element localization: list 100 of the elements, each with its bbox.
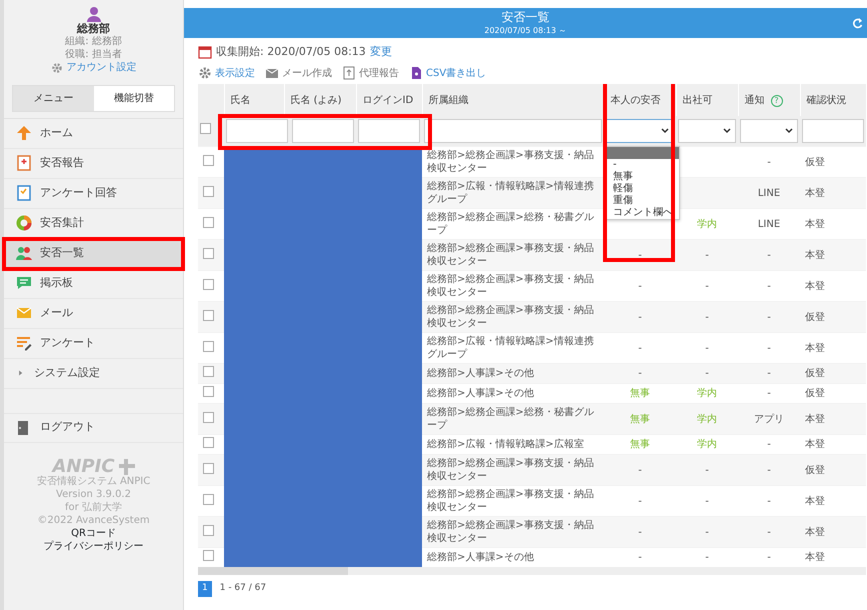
row-checkbox[interactable] [203, 248, 214, 258]
scrollbar-thumb[interactable] [198, 567, 348, 575]
column-header: 本人の安否 [610, 94, 660, 106]
table-cell: 本登 [800, 178, 866, 208]
toolbar-link[interactable]: 代理報告 [342, 66, 399, 80]
refresh-icon[interactable] [851, 17, 863, 29]
row-checkbox[interactable] [203, 216, 214, 228]
page-subtitle: 2020/07/05 08:13 ～ [484, 25, 567, 37]
table-cell: - [738, 364, 800, 384]
collection-start-text: 収集開始: 2020/07/05 08:13 [216, 44, 366, 60]
table-cell: - [738, 516, 800, 548]
chat-icon [16, 275, 32, 291]
select-all-checkbox[interactable] [200, 123, 211, 134]
menu-item[interactable]: アンケート回答 [4, 178, 183, 208]
row-checkbox[interactable] [203, 412, 214, 422]
menu-item[interactable]: システム設定 [4, 358, 183, 388]
upload-form-icon [342, 66, 356, 80]
filter-input[interactable] [424, 119, 602, 143]
logout-link[interactable]: ログアウト [4, 412, 183, 442]
row-checkbox[interactable] [203, 437, 214, 448]
page-button[interactable]: 1 [198, 581, 212, 596]
row-checkbox[interactable] [203, 278, 214, 290]
page-title: 安否一覧 [502, 10, 550, 24]
row-checkbox[interactable] [203, 550, 214, 561]
table-cell: - [676, 516, 738, 548]
table-cell: - [676, 454, 738, 486]
menu-item[interactable]: 安否報告 [4, 148, 183, 178]
toolbar-link[interactable]: メール作成 [265, 66, 332, 80]
row-checkbox[interactable] [203, 340, 214, 352]
table-cell: 本登 [800, 240, 866, 270]
table-cell: 無事 [604, 404, 676, 434]
filter-input[interactable] [802, 119, 864, 143]
row-checkbox[interactable] [203, 186, 214, 196]
row-checkbox[interactable] [203, 462, 214, 474]
table-cell: 総務部>人事課>その他 [422, 364, 604, 384]
column-header: 通知 [744, 94, 764, 106]
table-cell: - [604, 454, 676, 486]
footer-text: for 弘前大学 [64, 500, 123, 514]
dropdown-option[interactable]: - [607, 159, 679, 171]
chevron-down-icon [723, 127, 731, 135]
filter-input[interactable] [226, 119, 288, 143]
column-header: ログインID [362, 94, 414, 106]
table-cell: 総務部>総務企画課>事務支援・納品検収センター [422, 302, 604, 332]
organization-text: 組織: 総務部 [64, 35, 123, 48]
table-cell: 本登 [800, 516, 866, 548]
table-cell: - [738, 454, 800, 486]
chevron-down-icon [661, 127, 669, 135]
table-cell: - [604, 302, 676, 332]
menu-item[interactable]: アンケート [4, 328, 183, 358]
table-cell: - [604, 516, 676, 548]
sidebar-tab[interactable]: 機能切替 [94, 86, 174, 110]
table-cell: 学内 [676, 404, 738, 434]
menu-item[interactable]: ホーム [4, 118, 183, 148]
menu-item[interactable]: 掲示板 [4, 268, 183, 298]
row-checkbox[interactable] [203, 154, 214, 166]
table-cell: 総務部>総務企画課>事務支援・納品検収センター [422, 454, 604, 486]
table-cell: 仮登 [800, 364, 866, 384]
filter-select[interactable] [606, 119, 674, 143]
dropdown-option[interactable]: 重傷 [607, 195, 679, 207]
column-header: 確認状況 [806, 94, 846, 106]
pencil-lines-icon [16, 335, 32, 351]
row-checkbox[interactable] [203, 310, 214, 320]
row-checkbox[interactable] [203, 386, 214, 397]
toolbar-link[interactable]: CSV書き出し [409, 66, 486, 80]
user-icon [86, 6, 102, 22]
user-name: 総務部 [76, 22, 111, 35]
table-cell: 総務部>総務企画課>総務・秘書グループ [422, 404, 604, 434]
footer-text: Version 3.9.0.2 [55, 488, 132, 500]
table-cell: 総務部>広報・情報戦略課>情報連携グループ [422, 178, 604, 208]
footer-text: 安否情報システム ANPIC [36, 474, 152, 488]
change-link[interactable]: 変更 [370, 44, 392, 60]
toolbar-link[interactable]: 表示設定 [198, 66, 255, 80]
filter-input[interactable] [292, 119, 354, 143]
people-icon [16, 245, 32, 261]
file-icon [409, 66, 423, 80]
table-cell: 総務部>総務企画課>事務支援・納品検収センター [422, 240, 604, 270]
table-cell: 本登 [800, 404, 866, 434]
footer-link[interactable]: プライバシーポリシー [4, 540, 183, 552]
chevron-down-icon [785, 127, 793, 135]
gear-icon [198, 66, 212, 80]
checklist-icon [16, 185, 32, 201]
dropdown-option[interactable]: 無事 [607, 171, 679, 183]
table-cell: アプリ [738, 404, 800, 434]
footer-link[interactable]: QRコード [4, 526, 183, 540]
column-header: 出社可 [682, 94, 712, 106]
row-checkbox[interactable] [203, 366, 214, 377]
sidebar-tab[interactable]: メニュー [13, 86, 94, 110]
table-cell: 総務部>総務企画課>事務支援・納品検収センター [422, 516, 604, 548]
menu-item[interactable]: メール [4, 298, 183, 328]
table-cell: - [604, 364, 676, 384]
mail-icon [16, 305, 32, 321]
filter-input[interactable] [358, 119, 420, 143]
donut-chart-icon [16, 215, 32, 231]
dropdown-option[interactable]: 軽傷 [607, 183, 679, 195]
home-icon [16, 125, 32, 141]
column-header: 氏名 [230, 94, 250, 106]
menu-item[interactable]: 安否一覧 [4, 238, 183, 268]
table-cell: - [676, 364, 738, 384]
row-checkbox[interactable] [203, 524, 214, 536]
row-checkbox[interactable] [203, 494, 214, 504]
